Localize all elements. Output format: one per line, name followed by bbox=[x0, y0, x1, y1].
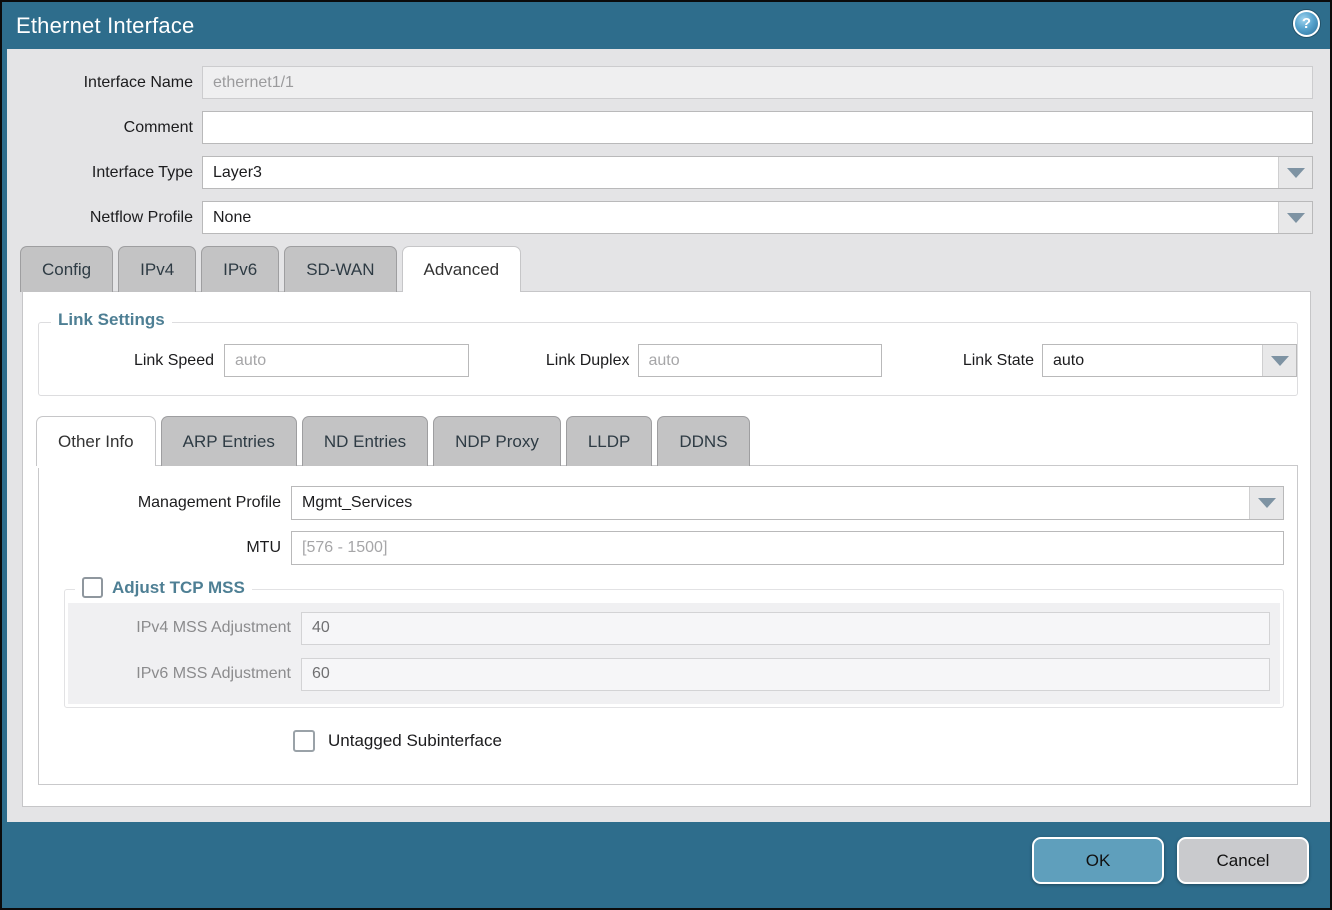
help-icon[interactable]: ? bbox=[1293, 10, 1320, 37]
interface-name-label: Interface Name bbox=[7, 74, 202, 92]
netflow-profile-label: Netflow Profile bbox=[7, 209, 202, 227]
interface-name-row: Interface Name bbox=[7, 66, 1313, 99]
link-duplex-field[interactable] bbox=[638, 344, 883, 377]
adjust-tcp-mss-legend-text: Adjust TCP MSS bbox=[112, 578, 245, 598]
untagged-subinterface-label: Untagged Subinterface bbox=[328, 731, 502, 751]
ipv4-mss-field bbox=[301, 612, 1270, 645]
tab-ipv6[interactable]: IPv6 bbox=[201, 246, 279, 292]
sub-tabstrip: Other Info ARP Entries ND Entries NDP Pr… bbox=[36, 416, 1310, 466]
link-settings-legend-text: Link Settings bbox=[58, 310, 165, 330]
interface-type-dropdown-button[interactable] bbox=[1278, 157, 1312, 188]
ipv4-mss-row: IPv4 MSS Adjustment bbox=[68, 611, 1280, 645]
tab-sdwan[interactable]: SD-WAN bbox=[284, 246, 396, 292]
comment-field[interactable] bbox=[202, 111, 1313, 144]
management-profile-dropdown-button[interactable] bbox=[1249, 487, 1283, 519]
cancel-button[interactable]: Cancel bbox=[1177, 837, 1309, 884]
adjust-tcp-mss-fieldset: Adjust TCP MSS IPv4 MSS Adjustment IPv6 … bbox=[64, 589, 1284, 708]
netflow-profile-dropdown-button[interactable] bbox=[1278, 202, 1312, 233]
footer-buttons: OK Cancel bbox=[1032, 837, 1309, 884]
chevron-down-icon bbox=[1287, 213, 1305, 223]
subtab-lldp[interactable]: LLDP bbox=[566, 416, 653, 466]
interface-type-label: Interface Type bbox=[7, 164, 202, 182]
subtab-ddns[interactable]: DDNS bbox=[657, 416, 749, 466]
dialog-left-frame bbox=[2, 2, 7, 908]
comment-label: Comment bbox=[7, 119, 202, 137]
subtab-arp-entries[interactable]: ARP Entries bbox=[161, 416, 297, 466]
dialog-title: Ethernet Interface bbox=[16, 13, 194, 39]
other-info-panel: Management Profile MTU bbox=[38, 465, 1298, 785]
ipv6-mss-label: IPv6 MSS Adjustment bbox=[68, 665, 301, 683]
link-state-dropdown-button[interactable] bbox=[1262, 345, 1296, 376]
subtab-ndp-proxy[interactable]: NDP Proxy bbox=[433, 416, 561, 466]
main-tabstrip: Config IPv4 IPv6 SD-WAN Advanced bbox=[20, 246, 1330, 292]
tab-ipv4[interactable]: IPv4 bbox=[118, 246, 196, 292]
advanced-tab-panel: Link Settings Link Speed Link Duplex Lin… bbox=[22, 291, 1311, 807]
subtab-nd-entries[interactable]: ND Entries bbox=[302, 416, 428, 466]
management-profile-row: Management Profile bbox=[39, 486, 1284, 520]
interface-type-value[interactable] bbox=[203, 157, 1278, 188]
tab-advanced[interactable]: Advanced bbox=[402, 246, 522, 292]
untagged-subinterface-checkbox[interactable] bbox=[293, 730, 315, 752]
management-profile-label: Management Profile bbox=[39, 494, 291, 512]
interface-type-dropdown[interactable] bbox=[202, 156, 1313, 189]
chevron-down-icon bbox=[1258, 498, 1276, 508]
link-speed-label: Link Speed bbox=[39, 352, 214, 370]
ipv4-mss-label: IPv4 MSS Adjustment bbox=[68, 619, 301, 637]
management-profile-dropdown[interactable] bbox=[291, 486, 1284, 520]
help-icon-glyph: ? bbox=[1302, 15, 1311, 32]
link-speed-field[interactable] bbox=[224, 344, 469, 377]
link-state-value[interactable] bbox=[1043, 345, 1262, 376]
link-state-dropdown[interactable] bbox=[1042, 344, 1297, 377]
link-settings-legend: Link Settings bbox=[51, 310, 172, 330]
ipv6-mss-row: IPv6 MSS Adjustment bbox=[68, 657, 1280, 691]
mtu-field[interactable] bbox=[291, 531, 1284, 565]
chevron-down-icon bbox=[1287, 168, 1305, 178]
management-profile-value[interactable] bbox=[292, 487, 1249, 518]
netflow-profile-row: Netflow Profile bbox=[7, 201, 1313, 234]
dialog-footer: OK Cancel bbox=[2, 822, 1330, 908]
subtab-other-info[interactable]: Other Info bbox=[36, 416, 156, 466]
ipv6-mss-field bbox=[301, 658, 1270, 691]
link-settings-fieldset: Link Settings Link Speed Link Duplex Lin… bbox=[38, 322, 1298, 396]
chevron-down-icon bbox=[1271, 356, 1289, 366]
dialog-body: Interface Name Comment Interface Type bbox=[7, 49, 1330, 822]
ok-button[interactable]: OK bbox=[1032, 837, 1164, 884]
tab-config[interactable]: Config bbox=[20, 246, 113, 292]
adjust-tcp-mss-checkbox[interactable] bbox=[82, 577, 103, 598]
interface-name-field bbox=[202, 66, 1313, 99]
netflow-profile-dropdown[interactable] bbox=[202, 201, 1313, 234]
comment-row: Comment bbox=[7, 111, 1313, 144]
dialog-titlebar: Ethernet Interface bbox=[2, 2, 1330, 49]
link-settings-row: Link Speed Link Duplex Link State bbox=[39, 344, 1297, 377]
interface-type-row: Interface Type bbox=[7, 156, 1313, 189]
mtu-label: MTU bbox=[39, 539, 291, 557]
link-state-label: Link State bbox=[890, 352, 1034, 370]
untagged-subinterface-row: Untagged Subinterface bbox=[293, 730, 1297, 752]
mss-disabled-area: IPv4 MSS Adjustment IPv6 MSS Adjustment bbox=[68, 603, 1280, 704]
mtu-row: MTU bbox=[39, 531, 1284, 565]
link-duplex-label: Link Duplex bbox=[477, 352, 630, 370]
ethernet-interface-dialog: Ethernet Interface ? Interface Name Comm… bbox=[0, 0, 1332, 910]
adjust-tcp-mss-legend: Adjust TCP MSS bbox=[75, 577, 252, 598]
netflow-profile-value[interactable] bbox=[203, 202, 1278, 233]
